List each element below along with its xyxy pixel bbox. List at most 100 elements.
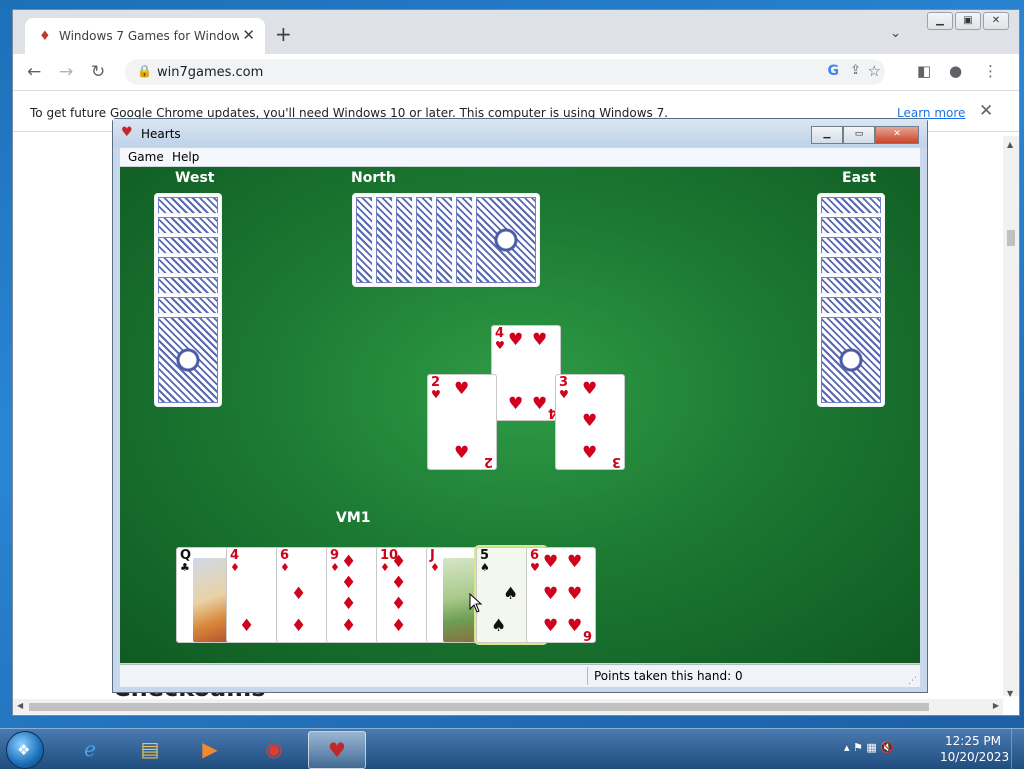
heart-pip-icon: ♥ xyxy=(582,411,598,431)
diamond-suit-icon: ♦ xyxy=(230,561,240,574)
hearts-maximize-button[interactable]: ▭ xyxy=(843,126,875,144)
show-desktop-button[interactable] xyxy=(1011,729,1024,769)
reload-icon[interactable]: ↻ xyxy=(91,62,105,82)
taskbar-chrome-icon[interactable]: ◉ xyxy=(246,731,302,767)
hearts-close-button[interactable]: ✕ xyxy=(875,126,919,144)
spade-pip-icon: ♠ xyxy=(503,584,519,604)
heart-pip-icon: ♥ xyxy=(582,379,598,399)
heart-pip-icon: ♥ xyxy=(543,552,559,572)
diamond-suit-icon: ♦ xyxy=(380,561,390,574)
menu-game[interactable]: Game xyxy=(128,150,164,164)
heart-suit-icon: ♥ xyxy=(495,339,505,352)
diamond-suit-icon: ♦ xyxy=(430,561,440,574)
trick-card-west: 2 ♥ ♥ ♥ 2 xyxy=(427,374,497,470)
menu-kebab-icon[interactable]: ⋮ xyxy=(983,62,998,80)
card-back-west xyxy=(154,313,222,407)
spade-suit-icon: ♠ xyxy=(480,561,490,574)
diamond-pip-icon: ♦ xyxy=(341,573,357,593)
vertical-scrollbar[interactable]: ▲ ▼ xyxy=(1003,136,1019,698)
clock-date: 10/20/2023 xyxy=(940,750,1010,764)
clock-time: 12:25 PM xyxy=(945,734,1001,748)
horizontal-scroll-thumb[interactable] xyxy=(29,703,929,711)
new-tab-button[interactable]: + xyxy=(275,24,292,44)
card-rank: 6 xyxy=(582,627,592,642)
hearts-app-icon: ♥ xyxy=(121,125,133,140)
profile-avatar-icon[interactable]: ● xyxy=(949,62,962,80)
player-name-south: VM1 xyxy=(336,510,371,526)
close-window-button[interactable]: ✕ xyxy=(983,12,1009,30)
scroll-left-icon[interactable]: ◀ xyxy=(17,701,23,710)
diamond-pip-icon: ♦ xyxy=(391,552,407,572)
heart-pip-icon: ♥ xyxy=(532,330,548,350)
mouse-cursor-icon xyxy=(469,593,483,613)
heart-pip-icon: ♥ xyxy=(508,394,524,414)
diamond-pip-icon: ♦ xyxy=(291,616,307,636)
maximize-button[interactable]: ▣ xyxy=(955,12,981,30)
card-back-north xyxy=(472,193,540,287)
lock-icon[interactable]: 🔒 xyxy=(137,64,152,78)
tab-close-button[interactable]: ✕ xyxy=(242,26,255,44)
site-favicon-icon: ♦ xyxy=(39,29,51,44)
player-name-east: East xyxy=(842,170,877,186)
points-status: Points taken this hand: 0 xyxy=(594,669,743,683)
player-name-west: West xyxy=(175,170,215,186)
hearts-window-controls: ▁ ▭ ✕ xyxy=(811,126,919,144)
diamond-pip-icon: ♦ xyxy=(341,552,357,572)
browser-toolbar: ← → ↻ 🔒 win7games.com G ⇪ ☆ ◧ ● ⋮ xyxy=(13,54,1019,91)
diamond-pip-icon: ♦ xyxy=(291,584,307,604)
tray-icons[interactable]: ▴ ⚑ ▦ 🔇 xyxy=(844,741,894,754)
hearts-window: ♥ Hearts ▁ ▭ ✕ Game Help West North East… xyxy=(112,118,928,693)
window-controls: ▁ ▣ ✕ xyxy=(927,12,1009,30)
heart-suit-icon: ♥ xyxy=(530,561,540,574)
taskbar-internet-explorer-icon[interactable]: ℯ xyxy=(62,731,118,767)
tab-strip: ♦ Windows 7 Games for Windows ✕ + ⌄ ▁ ▣ … xyxy=(13,10,1019,54)
hearts-minimize-button[interactable]: ▁ xyxy=(811,126,843,144)
back-arrow-icon[interactable]: ← xyxy=(27,62,41,82)
menu-help[interactable]: Help xyxy=(172,150,199,164)
vertical-scroll-thumb[interactable] xyxy=(1007,230,1015,246)
heart-pip-icon: ♥ xyxy=(567,584,583,604)
taskbar-hearts-icon[interactable]: ♥ xyxy=(308,731,366,769)
scroll-right-icon[interactable]: ▶ xyxy=(993,701,999,710)
heart-pip-icon: ♥ xyxy=(543,584,559,604)
browser-tab[interactable]: ♦ Windows 7 Games for Windows ✕ xyxy=(25,18,265,54)
diamond-pip-icon: ♦ xyxy=(341,594,357,614)
bookmark-star-icon[interactable]: ☆ xyxy=(868,62,881,80)
tab-search-chevron-icon[interactable]: ⌄ xyxy=(890,26,901,41)
google-icon[interactable]: G xyxy=(828,63,840,79)
diamond-suit-icon: ♦ xyxy=(330,561,340,574)
tab-title: Windows 7 Games for Windows xyxy=(59,29,239,43)
address-bar[interactable]: 🔒 win7games.com G ⇪ ☆ xyxy=(125,59,885,85)
spade-pip-icon: ♠ xyxy=(491,616,507,636)
diamond-suit-icon: ♦ xyxy=(280,561,290,574)
scroll-down-icon[interactable]: ▼ xyxy=(1007,689,1013,698)
diamond-pip-icon: ♦ xyxy=(391,573,407,593)
start-button[interactable]: ❖ xyxy=(6,731,44,769)
hand-card-6-hearts[interactable]: 6 ♥ ♥ ♥ ♥ ♥ ♥ ♥ 6 xyxy=(526,547,596,643)
hearts-titlebar[interactable]: ♥ Hearts ▁ ▭ ✕ xyxy=(113,119,927,147)
diamond-pip-icon: ♦ xyxy=(239,616,255,636)
forward-arrow-icon[interactable]: → xyxy=(59,62,73,82)
heart-suit-icon: ♥ xyxy=(431,388,441,401)
heart-pip-icon: ♥ xyxy=(508,330,524,350)
hearts-menubar: Game Help xyxy=(120,148,920,167)
game-table: West North East VM1 4 ♥ ♥ ♥ ♥ ♥ 4 2 ♥ ♥ … xyxy=(120,167,920,663)
heart-pip-icon: ♥ xyxy=(582,443,598,463)
taskbar-media-player-icon[interactable]: ▶ xyxy=(182,731,238,767)
taskbar-explorer-icon[interactable]: ▤ xyxy=(122,731,178,767)
heart-pip-icon: ♥ xyxy=(543,616,559,636)
diamond-pip-icon: ♦ xyxy=(341,616,357,636)
horizontal-scrollbar[interactable]: ◀ ▶ xyxy=(13,699,1003,715)
share-icon[interactable]: ⇪ xyxy=(850,63,861,78)
status-separator xyxy=(587,667,588,685)
infobar-close-icon[interactable]: ✕ xyxy=(979,101,993,121)
minimize-button[interactable]: ▁ xyxy=(927,12,953,30)
system-clock[interactable]: 12:25 PM 10/20/2023 xyxy=(940,733,1010,765)
heart-suit-icon: ♥ xyxy=(559,388,569,401)
taskbar: ❖ ℯ ▤ ▶ ◉ ♥ ▴ ⚑ ▦ 🔇 12:25 PM 10/20/2023 xyxy=(0,728,1024,769)
scroll-up-icon[interactable]: ▲ xyxy=(1007,140,1013,149)
windows-logo-icon: ❖ xyxy=(17,741,31,759)
resize-grip-icon[interactable]: ⋰ xyxy=(908,676,917,686)
side-panel-icon[interactable]: ◧ xyxy=(917,62,931,80)
card-back-east xyxy=(817,313,885,407)
